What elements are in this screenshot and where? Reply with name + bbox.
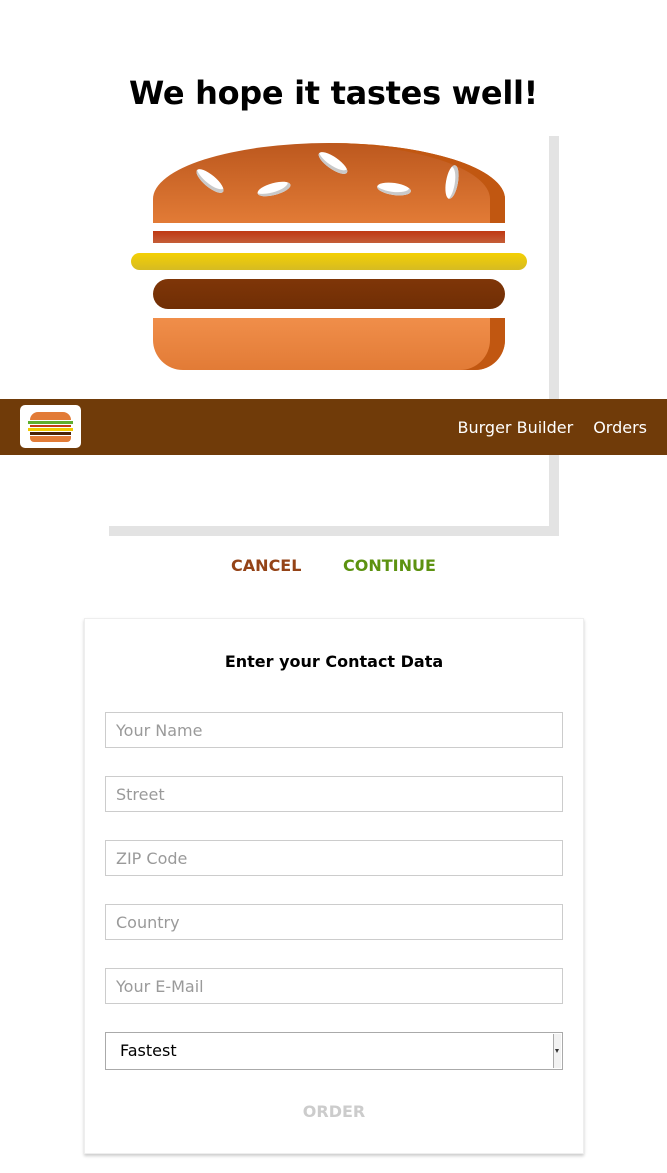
seed xyxy=(256,178,292,200)
bread-bottom xyxy=(153,318,505,370)
main-nav: Burger Builder Orders xyxy=(438,399,647,455)
seed xyxy=(376,180,412,198)
country-input[interactable] xyxy=(105,904,563,940)
street-input[interactable] xyxy=(105,776,563,812)
continue-button[interactable]: CONTINUE xyxy=(343,556,436,575)
seed xyxy=(315,148,351,178)
zip-code-input[interactable] xyxy=(105,840,563,876)
checkout-actions: CANCEL CONTINUE xyxy=(0,556,667,575)
order-button[interactable]: ORDER xyxy=(85,1102,583,1121)
contact-data-card: Enter your Contact Data Fastest ORDER xyxy=(84,618,584,1154)
nav-burger-builder[interactable]: Burger Builder xyxy=(458,418,574,437)
checkout-page: We hope it tastes well! Burger Builder O… xyxy=(0,0,667,1173)
contact-form-title: Enter your Contact Data xyxy=(224,652,444,671)
burger-logo-icon[interactable] xyxy=(20,405,81,448)
email-input[interactable] xyxy=(105,968,563,1004)
seed xyxy=(443,164,461,200)
delivery-method-select[interactable]: Fastest xyxy=(105,1032,563,1070)
cheese-layer xyxy=(131,253,527,270)
horizontal-scrollbar[interactable] xyxy=(109,526,559,536)
vertical-scrollbar[interactable] xyxy=(549,136,559,536)
name-input[interactable] xyxy=(105,712,563,748)
dropdown-arrow-icon[interactable] xyxy=(553,1034,561,1068)
nav-orders[interactable]: Orders xyxy=(593,418,647,437)
delivery-method-value: Fastest xyxy=(120,1041,177,1060)
bacon-layer xyxy=(153,231,505,243)
cancel-button[interactable]: CANCEL xyxy=(231,556,301,575)
page-title: We hope it tastes well! xyxy=(129,74,538,112)
toolbar: Burger Builder Orders xyxy=(0,399,667,455)
meat-layer xyxy=(153,279,505,309)
seed xyxy=(193,165,227,197)
